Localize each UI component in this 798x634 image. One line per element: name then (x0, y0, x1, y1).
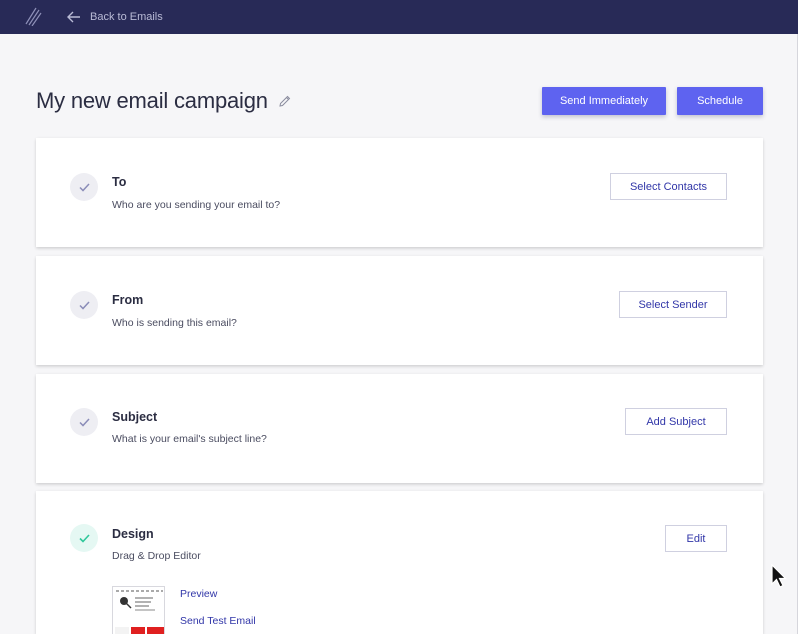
check-icon (78, 182, 90, 192)
step-title: From (112, 293, 144, 307)
step-card-to: To Who are you sending your email to? Se… (36, 138, 763, 247)
step-status-check (70, 408, 98, 436)
step-card-design: Design Drag & Drop Editor Edit Preview S… (36, 491, 763, 634)
step-title: To (112, 175, 127, 189)
step-subtitle: Drag & Drop Editor (112, 550, 201, 562)
check-icon (78, 417, 90, 427)
check-icon (78, 300, 90, 310)
send-test-email-link[interactable]: Send Test Email (180, 615, 256, 627)
step-card-from: From Who is sending this email? Select S… (36, 256, 763, 365)
page-title: My new email campaign (36, 88, 268, 113)
edit-design-button[interactable]: Edit (665, 525, 727, 552)
step-subtitle: What is your email's subject line? (112, 433, 267, 445)
preview-link[interactable]: Preview (180, 588, 217, 600)
check-icon (78, 533, 90, 543)
step-subtitle: Who are you sending your email to? (112, 199, 281, 211)
step-status-check (70, 291, 98, 319)
arrow-left-icon (67, 11, 80, 23)
step-status-check (70, 524, 98, 552)
top-bar: Back to Emails (0, 0, 798, 34)
select-sender-button[interactable]: Select Sender (619, 291, 727, 318)
brand-logo-icon[interactable] (24, 6, 42, 26)
back-label: Back to Emails (90, 11, 163, 23)
step-title: Subject (112, 410, 158, 424)
email-preview-image (113, 587, 164, 634)
campaign-header: My new email campaign Send Immediately S… (36, 86, 763, 118)
add-subject-button[interactable]: Add Subject (625, 408, 727, 435)
mouse-cursor-icon (771, 564, 787, 588)
step-card-subject: Subject What is your email's subject lin… (36, 374, 763, 483)
step-subtitle: Who is sending this email? (112, 317, 237, 329)
step-title: Design (112, 527, 154, 541)
back-to-emails-link[interactable]: Back to Emails (67, 0, 163, 34)
send-immediately-button[interactable]: Send Immediately (542, 87, 666, 115)
schedule-button[interactable]: Schedule (677, 87, 763, 115)
pencil-icon[interactable] (279, 95, 291, 107)
select-contacts-button[interactable]: Select Contacts (610, 173, 727, 200)
design-thumbnail[interactable] (112, 586, 165, 634)
step-status-check (70, 173, 98, 201)
